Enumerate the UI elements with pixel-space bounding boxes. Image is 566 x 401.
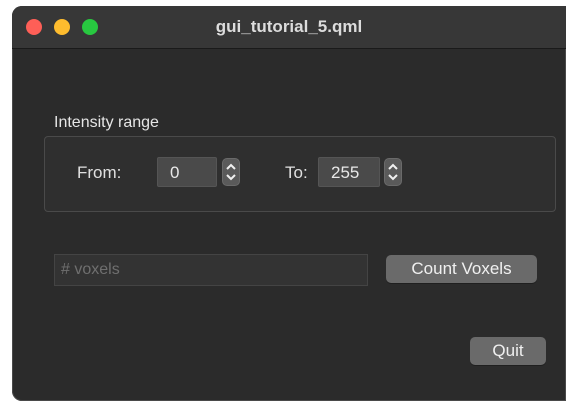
count-voxels-button[interactable]: Count Voxels <box>386 255 537 283</box>
intensity-range-group: From: 0 To: 255 <box>44 136 556 212</box>
quit-button[interactable]: Quit <box>470 337 546 365</box>
window-title: gui_tutorial_5.qml <box>215 17 363 36</box>
from-label: From: <box>77 163 122 182</box>
to-spinbox-field[interactable]: 255 <box>318 157 380 187</box>
up-down-arrows-icon <box>226 163 236 181</box>
voxels-count-field[interactable]: # voxels <box>54 254 368 286</box>
title-bar: gui_tutorial_5.qml <box>12 6 566 49</box>
from-stepper[interactable] <box>222 158 240 186</box>
up-down-arrows-icon <box>388 163 398 181</box>
app-window: gui_tutorial_5.qml Intensity range From:… <box>12 6 566 401</box>
to-stepper[interactable] <box>384 158 402 186</box>
from-spinbox-field[interactable]: 0 <box>157 157 217 187</box>
intensity-range-label: Intensity range <box>54 114 159 131</box>
to-label: To: <box>285 163 308 182</box>
